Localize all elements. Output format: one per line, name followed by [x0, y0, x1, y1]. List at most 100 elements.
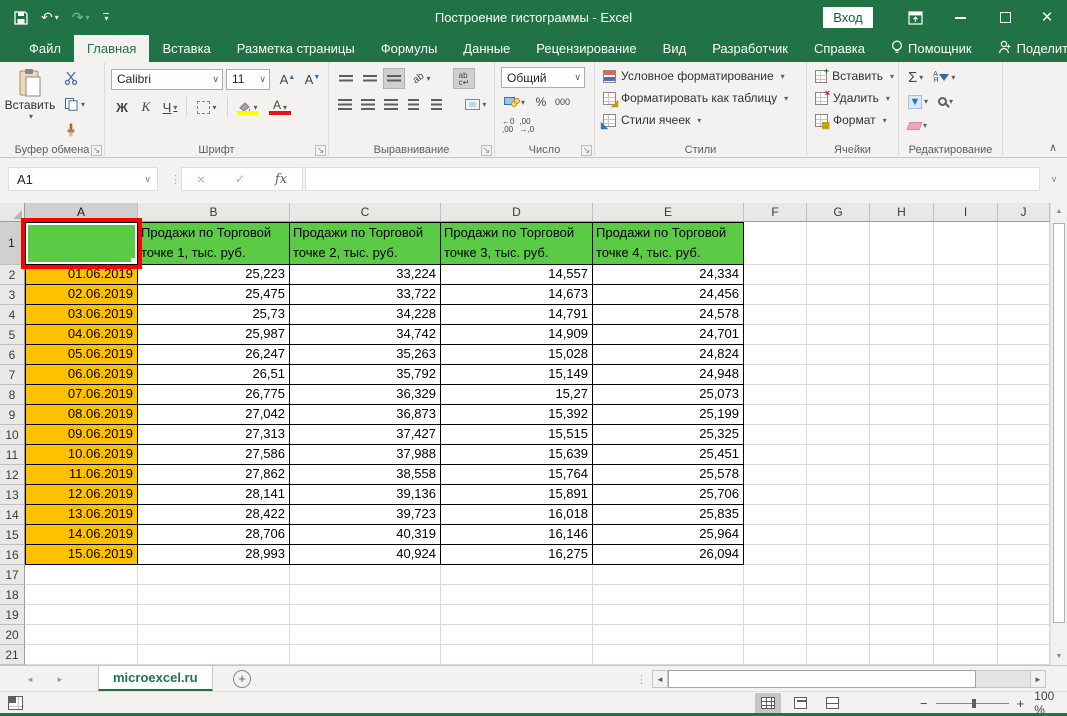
- cell-E19[interactable]: [593, 605, 744, 625]
- row-header-17[interactable]: 17: [0, 565, 25, 585]
- cell-G9[interactable]: [807, 405, 870, 425]
- cell-A2[interactable]: 01.06.2019: [25, 265, 138, 285]
- cell-I19[interactable]: [934, 605, 998, 625]
- cell-A10[interactable]: 09.06.2019: [25, 425, 138, 445]
- font-size-combo[interactable]: 11∨: [226, 69, 270, 90]
- cell-A15[interactable]: 14.06.2019: [25, 525, 138, 545]
- redo-button[interactable]: ↷▾: [72, 9, 90, 26]
- cell-styles-button[interactable]: ◣ Стили ячеек▾: [599, 109, 802, 131]
- cell-J10[interactable]: [998, 425, 1050, 445]
- cell-C3[interactable]: 33,722: [290, 285, 441, 305]
- cell-J20[interactable]: [998, 625, 1050, 645]
- cell-C12[interactable]: 38,558: [290, 465, 441, 485]
- cell-C7[interactable]: 35,792: [290, 365, 441, 385]
- paste-dropdown-icon[interactable]: ▾: [29, 112, 33, 121]
- cell-I20[interactable]: [934, 625, 998, 645]
- sheet-tab-active[interactable]: microexcel.ru: [98, 666, 213, 692]
- cell-J7[interactable]: [998, 365, 1050, 385]
- select-all-corner[interactable]: [0, 203, 25, 222]
- add-sheet-icon[interactable]: +: [233, 670, 251, 688]
- font-dialog-launcher-icon[interactable]: ↘: [315, 145, 326, 156]
- cell-F16[interactable]: [744, 545, 807, 565]
- cell-A1[interactable]: [25, 222, 138, 265]
- col-header-H[interactable]: H: [870, 203, 934, 222]
- row-header-7[interactable]: 7: [0, 365, 25, 385]
- expand-formula-bar-icon[interactable]: ∨: [1046, 167, 1062, 191]
- cell-J16[interactable]: [998, 545, 1050, 565]
- scroll-down-icon[interactable]: ▼: [1051, 648, 1067, 665]
- cell-mode-icon[interactable]: [8, 696, 23, 710]
- col-header-G[interactable]: G: [807, 203, 870, 222]
- scroll-left-icon[interactable]: ◄: [652, 670, 668, 688]
- cell-A3[interactable]: 02.06.2019: [25, 285, 138, 305]
- cell-B18[interactable]: [138, 585, 290, 605]
- normal-view-button[interactable]: [755, 693, 781, 713]
- cell-C13[interactable]: 39,136: [290, 485, 441, 505]
- font-color-button[interactable]: А ▾: [265, 96, 295, 118]
- cell-B6[interactable]: 26,247: [138, 345, 290, 365]
- cell-C19[interactable]: [290, 605, 441, 625]
- cell-D4[interactable]: 14,791: [441, 305, 593, 325]
- cell-F1[interactable]: [744, 222, 807, 265]
- cell-G7[interactable]: [807, 365, 870, 385]
- cell-E9[interactable]: 25,199: [593, 405, 744, 425]
- cell-B12[interactable]: 27,862: [138, 465, 290, 485]
- align-right-button[interactable]: [380, 94, 401, 115]
- cell-D12[interactable]: 15,764: [441, 465, 593, 485]
- cell-F20[interactable]: [744, 625, 807, 645]
- cell-H21[interactable]: [870, 645, 934, 665]
- row-header-9[interactable]: 9: [0, 405, 25, 425]
- cell-B10[interactable]: 27,313: [138, 425, 290, 445]
- cell-F5[interactable]: [744, 325, 807, 345]
- cell-C10[interactable]: 37,427: [290, 425, 441, 445]
- ribbon-tab-Разметка страницы[interactable]: Разметка страницы: [224, 35, 368, 62]
- page-layout-view-button[interactable]: [787, 693, 813, 713]
- cell-B13[interactable]: 28,141: [138, 485, 290, 505]
- format-painter-button[interactable]: [60, 120, 94, 140]
- cell-A4[interactable]: 03.06.2019: [25, 305, 138, 325]
- increase-decimal-button[interactable]: ←0,00: [501, 116, 515, 136]
- cell-G21[interactable]: [807, 645, 870, 665]
- cell-F21[interactable]: [744, 645, 807, 665]
- cell-J8[interactable]: [998, 385, 1050, 405]
- cell-D20[interactable]: [441, 625, 593, 645]
- row-header-1[interactable]: 1: [0, 222, 25, 265]
- cell-G12[interactable]: [807, 465, 870, 485]
- cell-B15[interactable]: 28,706: [138, 525, 290, 545]
- insert-function-icon[interactable]: fx: [275, 172, 287, 187]
- confirm-entry-icon[interactable]: ✓: [235, 172, 245, 186]
- cell-I15[interactable]: [934, 525, 998, 545]
- cell-C11[interactable]: 37,988: [290, 445, 441, 465]
- cell-F19[interactable]: [744, 605, 807, 625]
- cell-D7[interactable]: 15,149: [441, 365, 593, 385]
- cell-E21[interactable]: [593, 645, 744, 665]
- format-cells-button[interactable]: ▦ Формат▾: [811, 109, 894, 131]
- fill-button[interactable]: ▼▾: [905, 91, 931, 112]
- cell-J5[interactable]: [998, 325, 1050, 345]
- cell-I17[interactable]: [934, 565, 998, 585]
- cell-A14[interactable]: 13.06.2019: [25, 505, 138, 525]
- cell-D2[interactable]: 14,557: [441, 265, 593, 285]
- cell-D21[interactable]: [441, 645, 593, 665]
- row-header-21[interactable]: 21: [0, 645, 25, 665]
- cell-H19[interactable]: [870, 605, 934, 625]
- cell-G6[interactable]: [807, 345, 870, 365]
- cell-G8[interactable]: [807, 385, 870, 405]
- cell-E5[interactable]: 24,701: [593, 325, 744, 345]
- delete-cells-button[interactable]: × Удалить▾: [811, 87, 894, 109]
- align-left-button[interactable]: [335, 94, 356, 115]
- cell-A12[interactable]: 11.06.2019: [25, 465, 138, 485]
- cell-A6[interactable]: 05.06.2019: [25, 345, 138, 365]
- row-header-3[interactable]: 3: [0, 285, 25, 305]
- cell-B5[interactable]: 25,987: [138, 325, 290, 345]
- ribbon-tab-Помощник[interactable]: Помощник: [878, 35, 985, 62]
- formula-bar-divider[interactable]: ⋮: [170, 167, 181, 191]
- cell-A8[interactable]: 07.06.2019: [25, 385, 138, 405]
- cell-B1[interactable]: Продажи по Торговой точке 1, тыс. руб.: [138, 222, 290, 265]
- cell-B20[interactable]: [138, 625, 290, 645]
- cell-H5[interactable]: [870, 325, 934, 345]
- cell-A5[interactable]: 04.06.2019: [25, 325, 138, 345]
- fill-color-button[interactable]: ▾: [233, 96, 263, 118]
- row-header-5[interactable]: 5: [0, 325, 25, 345]
- cell-D8[interactable]: 15,27: [441, 385, 593, 405]
